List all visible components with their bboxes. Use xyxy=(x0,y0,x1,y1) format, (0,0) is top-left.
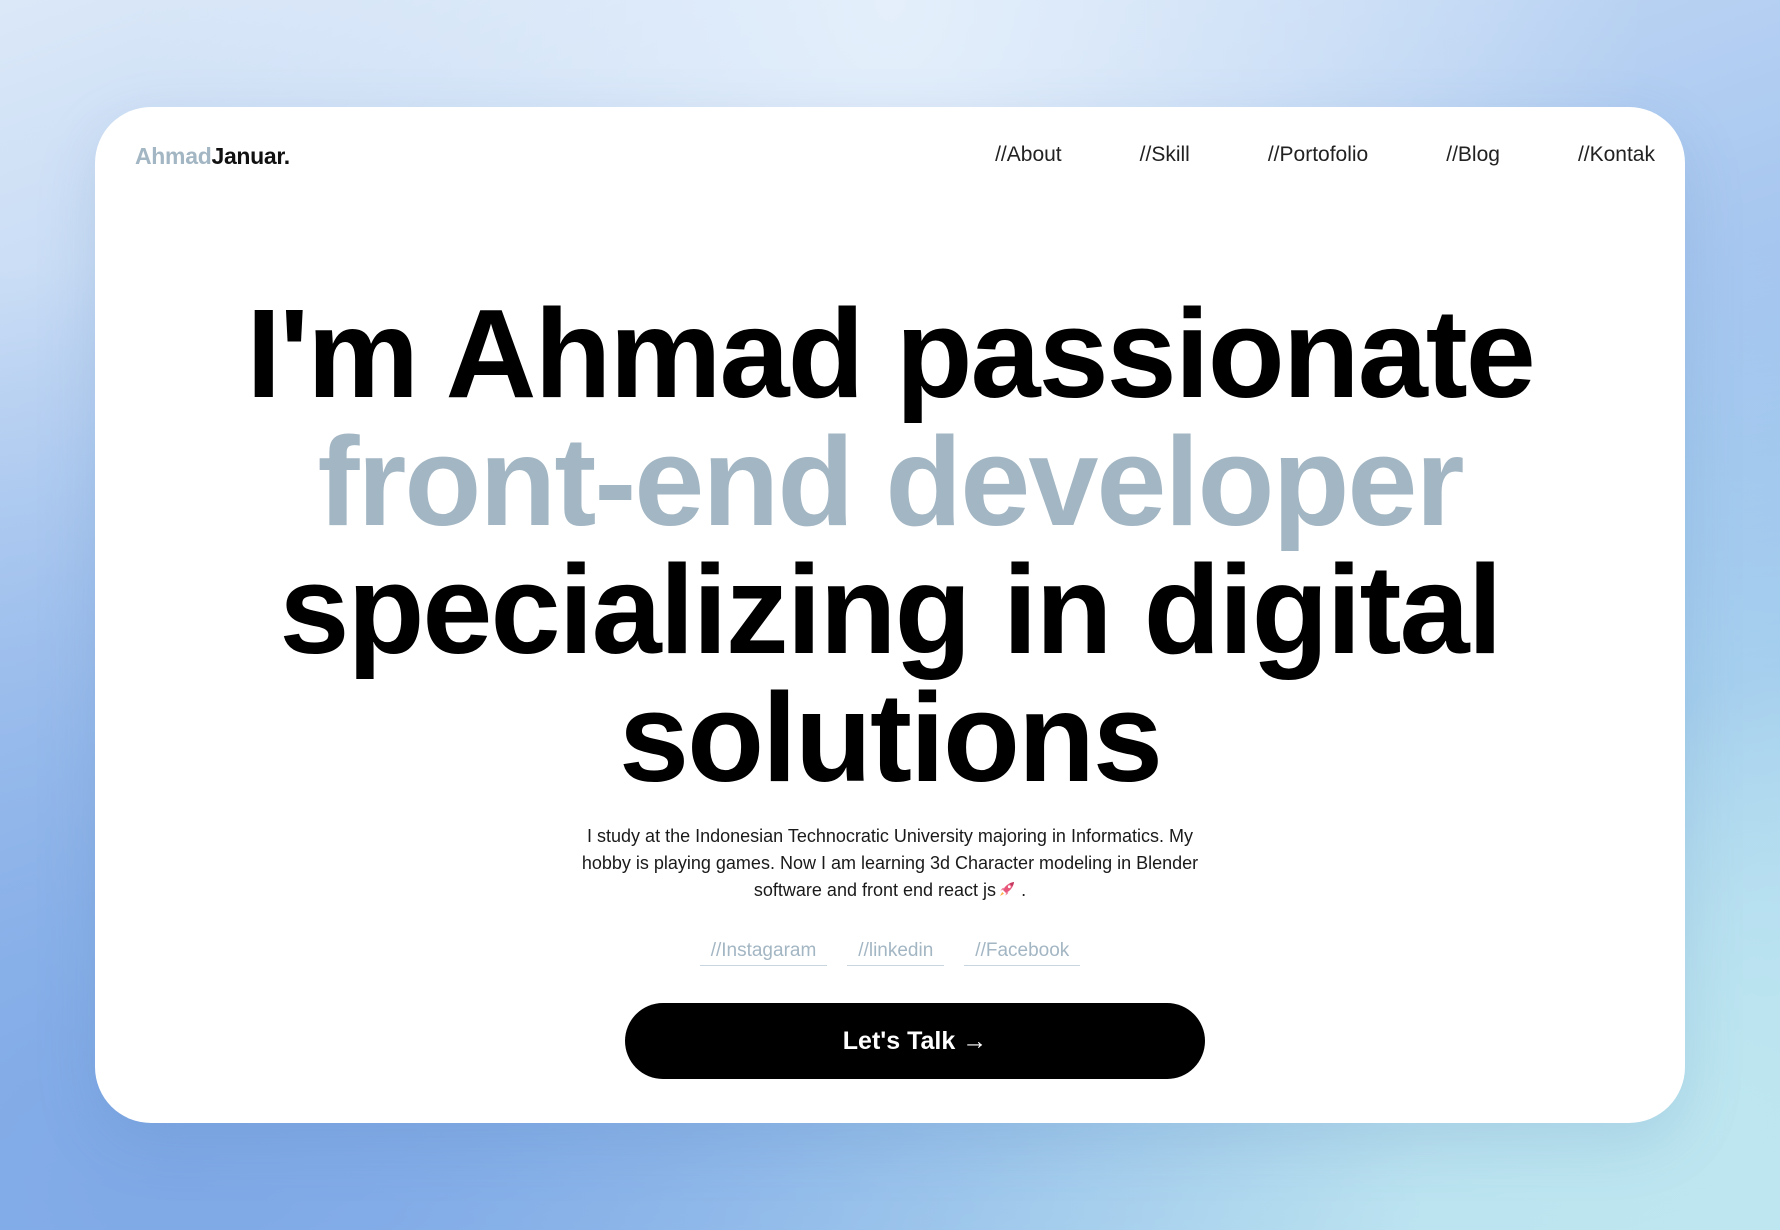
headline-line-4: solutions xyxy=(619,667,1163,808)
logo-last-name: Januar. xyxy=(211,143,290,169)
bio-line-3-text: software and front end react js xyxy=(753,880,997,900)
nav-link-skill[interactable]: //Skill xyxy=(1140,143,1190,167)
bio-line-1: I study at the Indonesian Technocratic U… xyxy=(587,826,1193,846)
headline-line-2-accent: front-end developer xyxy=(317,411,1464,552)
bio-line-3-end: . xyxy=(1021,880,1027,900)
lets-talk-button[interactable]: Let's Talk → xyxy=(625,1003,1205,1079)
hero-card: AhmadJanuar. //About //Skill //Portofoli… xyxy=(95,107,1685,1123)
logo-first-name: Ahmad xyxy=(135,143,212,169)
bio-line-3: software and front end react js . xyxy=(95,877,1685,904)
hero-headline: I'm Ahmad passionate front-end developer… xyxy=(95,290,1685,802)
social-link-linkedin[interactable]: //linkedin xyxy=(847,940,945,966)
bio-line-2: hobby is playing games. Now I am learnin… xyxy=(581,853,1199,873)
main-nav: //About //Skill //Portofolio //Blog //Ko… xyxy=(995,143,1655,167)
headline-line-1: I'm Ahmad passionate xyxy=(246,283,1536,424)
headline-line-3: specializing in digital xyxy=(279,539,1502,680)
rocket-icon xyxy=(998,879,1016,897)
nav-link-blog[interactable]: //Blog xyxy=(1446,143,1500,167)
bio-paragraph: I study at the Indonesian Technocratic U… xyxy=(95,823,1685,904)
nav-link-kontak[interactable]: //Kontak xyxy=(1578,143,1655,167)
social-link-instagram[interactable]: //Instagaram xyxy=(699,940,828,966)
nav-link-portofolio[interactable]: //Portofolio xyxy=(1268,143,1368,167)
social-links: //Instagaram //linkedin //Facebook xyxy=(95,940,1685,966)
nav-link-about[interactable]: //About xyxy=(995,143,1062,167)
social-link-facebook[interactable]: //Facebook xyxy=(964,940,1081,966)
site-logo[interactable]: AhmadJanuar. xyxy=(135,143,290,170)
